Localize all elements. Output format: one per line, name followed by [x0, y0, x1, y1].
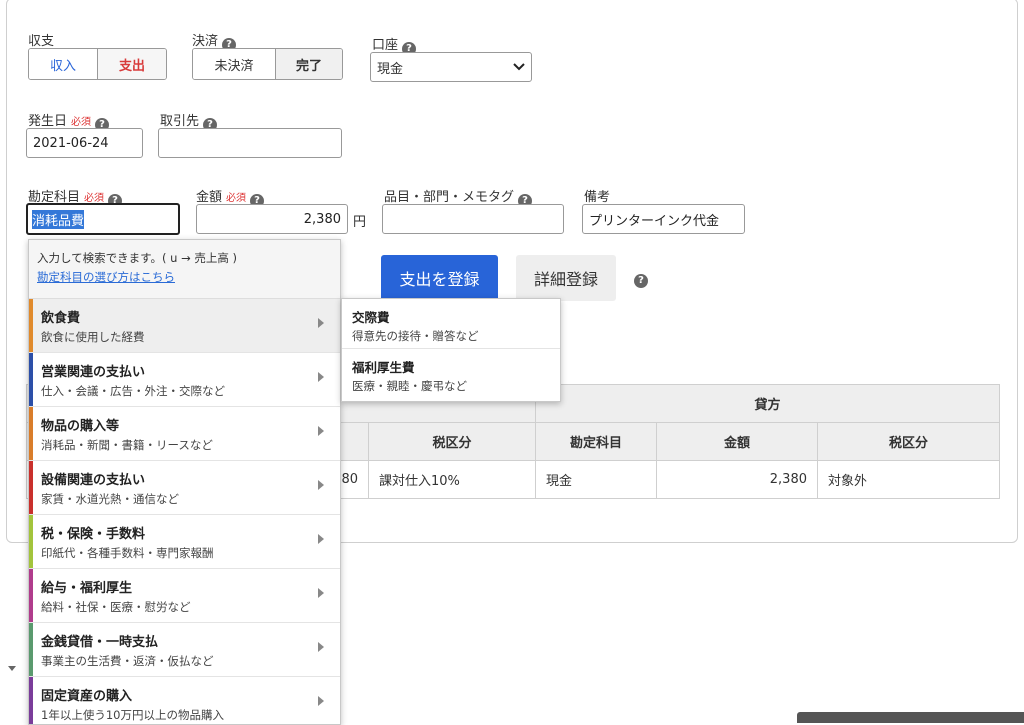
category-group-item[interactable]: 設備関連の支払い家賃・水道光熱・通信など	[29, 461, 340, 515]
dropdown-hint-text: 入力して検索できます。( u → 売上高 )	[37, 251, 238, 265]
color-bar	[29, 461, 33, 514]
category-group-title: 給与・福利厚生	[41, 581, 133, 596]
income-expense-label: 収支	[28, 34, 55, 49]
credit-header: 貸方	[535, 384, 1000, 423]
category-group-item[interactable]: 物品の購入等消耗品・新聞・書籍・リースなど	[29, 407, 340, 461]
chevron-right-icon	[318, 480, 324, 490]
color-bar	[29, 569, 33, 622]
submenu-item-desc: 得意先の接待・贈答など	[352, 329, 479, 343]
credit-tax-cell: 対象外	[817, 460, 1000, 499]
category-group-desc: 仕入・会議・広告・外注・交際など	[41, 384, 225, 398]
category-group-title: 税・保険・手数料	[41, 527, 146, 542]
income-option[interactable]: 収入	[29, 49, 98, 79]
tags-input[interactable]	[382, 204, 564, 234]
income-expense-toggle: 収入 支出	[28, 48, 167, 80]
category-value: 消耗品費	[32, 209, 85, 229]
amount-input[interactable]: 2,380	[196, 204, 348, 234]
chevron-right-icon	[318, 534, 324, 544]
help-icon-wrap: ?	[630, 270, 648, 288]
expense-option[interactable]: 支出	[98, 49, 166, 79]
category-group-desc: 家賃・水道光熱・通信など	[41, 492, 179, 506]
col-credit-account: 勘定科目	[535, 422, 657, 461]
category-guide-link[interactable]: 勘定科目の選び方はこちら	[37, 269, 332, 285]
category-group-item[interactable]: 給与・福利厚生給料・社保・医療・慰労など	[29, 569, 340, 623]
date-input[interactable]: 2021-06-24	[26, 128, 143, 158]
category-group-title: 固定資産の購入	[41, 689, 133, 704]
unsettled-option[interactable]: 未決済	[193, 49, 276, 79]
category-submenu: 交際費得意先の接待・贈答など 福利厚生費医療・親睦・慶弔など	[341, 298, 561, 402]
chevron-right-icon	[318, 318, 324, 328]
memo-label: 備考	[584, 190, 611, 205]
bottom-bar	[797, 712, 1024, 723]
category-group-title: 営業関連の支払い	[41, 365, 146, 380]
category-group-item[interactable]: 金銭貸借・一時支払事業主の生活費・返済・仮払など	[29, 623, 340, 677]
category-group-item[interactable]: 飲食費飲食に使用した経費	[29, 299, 340, 353]
account-select[interactable]: 現金	[370, 52, 532, 82]
detail-register-button[interactable]: 詳細登録	[516, 255, 616, 301]
color-bar	[29, 677, 33, 724]
credit-account-cell: 現金	[535, 460, 657, 499]
category-group-desc: 事業主の生活費・返済・仮払など	[41, 654, 214, 668]
category-group-title: 飲食費	[41, 311, 81, 326]
submenu-item-desc: 医療・親睦・慶弔など	[352, 379, 467, 393]
chevron-right-icon	[318, 588, 324, 598]
category-group-desc: 1年以上使う10万円以上の物品購入	[41, 708, 224, 722]
register-expense-button[interactable]: 支出を登録	[381, 255, 498, 301]
category-group-desc: 印紙代・各種手数料・専門家報酬	[41, 546, 214, 560]
chevron-down-icon	[513, 63, 525, 71]
color-bar	[29, 407, 33, 460]
help-icon[interactable]: ?	[634, 274, 648, 288]
dropdown-hint: 入力して検索できます。( u → 売上高 ) 勘定科目の選び方はこちら	[29, 240, 340, 299]
color-bar	[29, 515, 33, 568]
submenu-item[interactable]: 交際費得意先の接待・贈答など	[342, 299, 560, 349]
submenu-item-title: 福利厚生費	[352, 360, 415, 375]
caret-down-icon	[8, 666, 16, 671]
dropdown-list: 飲食費 飲食に使用した経費 営業関連の支払い 仕入・会議・広告・外注・交際など 物品の購…	[29, 299, 340, 724]
partner-input[interactable]	[158, 128, 342, 158]
amount-unit: 円	[353, 215, 367, 230]
credit-amount-cell: 2,380	[656, 460, 818, 499]
memo-input[interactable]: プリンターインク代金	[582, 204, 745, 234]
category-group-desc: 消耗品・新聞・書籍・リースなど	[41, 438, 213, 452]
color-bar	[29, 353, 33, 406]
category-group-item[interactable]: 税・保険・手数料印紙代・各種手数料・専門家報酬	[29, 515, 340, 569]
account-value: 現金	[377, 61, 404, 77]
category-input[interactable]: 消耗品費	[26, 203, 180, 235]
category-group-title: 物品の購入等	[41, 419, 120, 434]
category-dropdown: 入力して検索できます。( u → 売上高 ) 勘定科目の選び方はこちら 飲食費飲…	[28, 239, 341, 725]
category-group-desc: 給料・社保・医療・慰労など	[41, 600, 191, 614]
chevron-right-icon	[318, 642, 324, 652]
col-debit-tax: 税区分	[368, 422, 536, 461]
chevron-right-icon	[318, 696, 324, 706]
category-group-title: 金銭貸借・一時支払	[41, 635, 159, 650]
col-credit-tax: 税区分	[817, 422, 1000, 461]
category-group-title: 設備関連の支払い	[41, 473, 146, 488]
submenu-item[interactable]: 福利厚生費医療・親睦・慶弔など	[342, 349, 560, 399]
color-bar	[29, 299, 33, 352]
submenu-item-title: 交際費	[352, 310, 390, 325]
chevron-right-icon	[318, 372, 324, 382]
settled-option[interactable]: 完了	[276, 49, 342, 79]
category-group-desc: 飲食に使用した経費	[41, 330, 145, 344]
debit-tax-cell: 課対仕入10%	[368, 460, 536, 499]
col-credit-amount: 金額	[656, 422, 818, 461]
category-group-item[interactable]: 固定資産の購入 1年以上使う10万円以上の物品購入	[29, 677, 340, 724]
color-bar	[29, 623, 33, 676]
chevron-right-icon	[318, 426, 324, 436]
category-group-item[interactable]: 営業関連の支払い仕入・会議・広告・外注・交際など	[29, 353, 340, 407]
settlement-toggle: 未決済 完了	[192, 48, 343, 80]
